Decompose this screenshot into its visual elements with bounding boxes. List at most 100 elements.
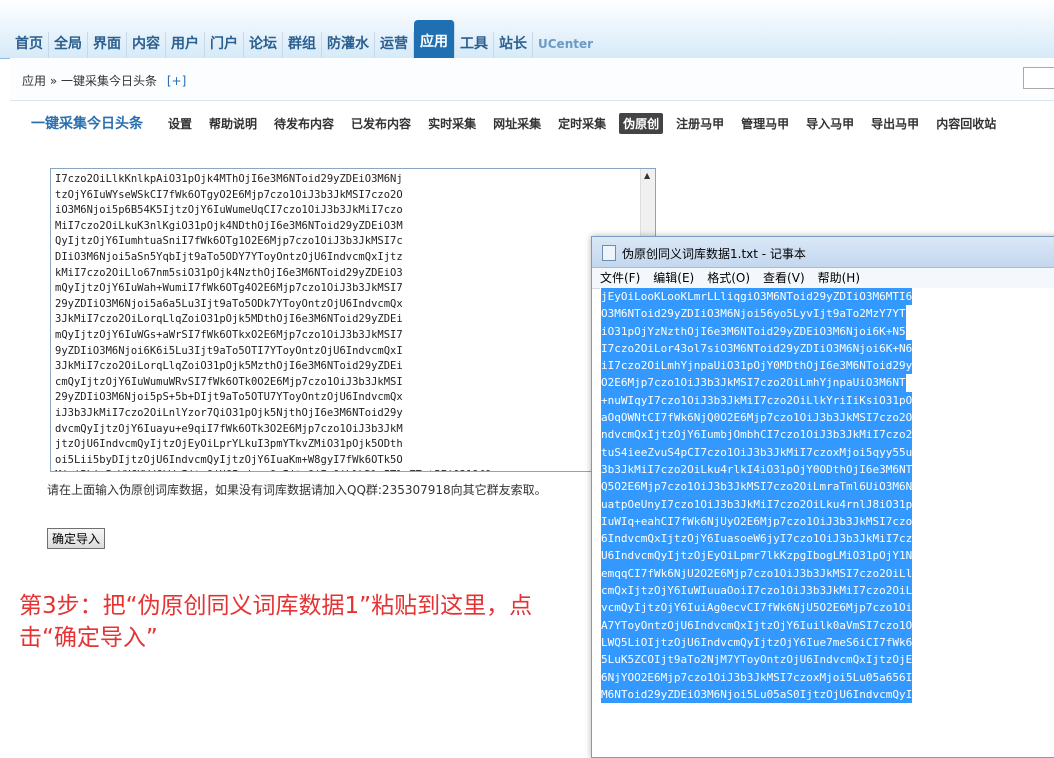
notepad-icon	[602, 245, 616, 261]
nav-webmaster[interactable]: 站长	[494, 32, 533, 58]
notepad-menu-edit[interactable]: 编辑(E)	[653, 268, 694, 288]
import-line: iO3M6Njoi5p6B54K5IjtzOjY6IuWumeUqCI7czo1…	[55, 204, 403, 217]
top-nav-items: 首页 全局 界面 内容 用户 门户 论坛 群组 防灌水 运营 应用 工具 站长 …	[10, 20, 598, 58]
import-line: cmQyIjtzOjY6IuWumuWRvSI7fWk6OTk0O2E6Mjp7…	[55, 375, 403, 388]
import-help-text: 请在上面输入伪原创词库数据，如果没有词库数据请加入QQ群:235307918向其…	[47, 483, 547, 497]
import-line: QyIjtzOjY6IumhtuaSniI7fWk6OTg1O2E6Mjp7cz…	[55, 235, 403, 248]
notepad-line: O3M6NToid29yZDIiO3M6Njoi56yo5LyvIjt9aTo2…	[601, 305, 906, 323]
notepad-selected-text: jEyOiLooKLooKLmrLLliqgiO3M6NToid29yZDIiO…	[601, 288, 1054, 704]
import-line: dvcmQyIjtzOjY6Iuayu+e9qiI7fWk6OTk3O2E6Mj…	[55, 422, 403, 435]
notepad-menu-help[interactable]: 帮助(H)	[818, 268, 860, 288]
scroll-up-arrow-icon[interactable]: ▲	[644, 171, 650, 180]
menu-recycle-bin[interactable]: 内容回收站	[932, 113, 1000, 134]
nav-groups[interactable]: 群组	[283, 32, 322, 58]
notepad-line: Q5O2E6Mjp7czo1OiJ3b3JkMSI7czo2OiLmraTml6…	[601, 478, 913, 496]
import-line: 9yZDIiO3M6Njoi6K6i5Lu3Ijt9aTo5OTI7YToyOn…	[55, 344, 403, 357]
menu-import-vest[interactable]: 导入马甲	[802, 113, 858, 134]
nav-global[interactable]: 全局	[49, 32, 88, 58]
nav-content[interactable]: 内容	[127, 32, 166, 58]
nav-tools[interactable]: 工具	[455, 32, 494, 58]
nav-antispam[interactable]: 防灌水	[322, 32, 375, 58]
breadcrumb-separator: »	[49, 74, 58, 88]
notepad-line: cmQxIjtzOjY6IuWIuuaOoiI7czo1OiJ3b3JkMiI7…	[601, 582, 913, 600]
notepad-line: iO31pOjYzNzthOjI6e3M6NToid29yZDEiO3M6Njo…	[601, 322, 906, 340]
import-line: Mjoi5Lic5aWU6KW/6LWwIjtzOjU6IndvcmQyIjtz…	[55, 468, 640, 471]
menu-published-content[interactable]: 已发布内容	[347, 113, 415, 134]
nav-interface[interactable]: 界面	[88, 32, 127, 58]
import-line: 3JkMiI7czo2OiLorqLlqZoiO31pOjk5MDthOjI6e…	[55, 313, 403, 326]
search-input[interactable]	[1023, 67, 1054, 89]
notepad-line: jEyOiLooKLooKLmrLLliqgiO3M6NToid29yZDIiO…	[601, 288, 913, 306]
notepad-window: 伪原创同义词库数据1.txt - 记事本 文件(F) 编辑(E) 格式(O) 查…	[591, 236, 1054, 758]
menu-help[interactable]: 帮助说明	[205, 113, 261, 134]
nav-portal[interactable]: 门户	[205, 32, 244, 58]
notepad-line: 6IndvcmQxIjtzOjY6IuasoeW6jyI7czo1OiJ3b3J…	[601, 530, 913, 548]
notepad-line: 6NjYOO2E6Mjp7czo1OiJ3b3JkMSI7czoxMjoi5Lu…	[601, 668, 913, 686]
import-line: jtzOjU6IndvcmQyIjtzOjEyOiLprYLkuI3pmYTkv…	[55, 438, 403, 451]
import-line: DIiO3M6Njoi5aSn5YqbIjt9aTo5ODY7YToyOntzO…	[55, 250, 403, 263]
import-line: MiI7czo2OiLkuK3nlKgiO31pOjk4NDthOjI6e3M6…	[55, 219, 403, 232]
menu-url-collect[interactable]: 网址采集	[489, 113, 545, 134]
notepad-line: iI7czo2OiLmhYjnpaUiO31pOjY0MDthOjI6e3M6N…	[601, 357, 913, 375]
notepad-line: uatpOeUnyI7czo1OiJ3b3JkMiI7czo2OiLku4rnl…	[601, 495, 913, 513]
notepad-titlebar[interactable]: 伪原创同义词库数据1.txt - 记事本	[592, 237, 1054, 268]
notepad-line: IuWIq+eahCI7fWk6NjUyO2E6Mjp7czo1OiJ3b3Jk…	[601, 512, 913, 531]
menu-register-vest[interactable]: 注册马甲	[672, 113, 728, 134]
menu-export-vest[interactable]: 导出马甲	[867, 113, 923, 134]
notepad-menubar: 文件(F) 编辑(E) 格式(O) 查看(V) 帮助(H)	[592, 268, 1054, 289]
top-navigation: 首页 全局 界面 内容 用户 门户 论坛 群组 防灌水 运营 应用 工具 站长 …	[0, 0, 1054, 59]
notepad-line: A7YToyOntzOjU6IndvcmQxIjtzOjY6Iuilk0aVmS…	[601, 616, 913, 634]
menu-settings[interactable]: 设置	[164, 113, 196, 134]
breadcrumb-root[interactable]: 应用	[22, 74, 46, 88]
import-line: oi5Lii5byDIjtzOjU6IndvcmQyIjtzOjY6IuaKm+…	[55, 453, 403, 466]
notepad-menu-format[interactable]: 格式(O)	[707, 268, 750, 288]
menu-manage-vest[interactable]: 管理马甲	[737, 113, 793, 134]
nav-users[interactable]: 用户	[166, 32, 205, 58]
nav-apps[interactable]: 应用	[414, 20, 455, 58]
notepad-menu-view[interactable]: 查看(V)	[763, 268, 805, 288]
import-line: mQyIjtzOjY6IuWah+WumiI7fWk6OTg4O2E6Mjp7c…	[55, 282, 403, 295]
import-line: I7czo2OiLlkKnlkpAiO31pOjk4MThOjI6e3M6NTo…	[55, 173, 403, 185]
import-line: 29yZDIiO3M6Njoi5a6a5Lu3Ijt9aTo5ODk7YToyO…	[55, 297, 403, 310]
menu-pseudo-original[interactable]: 伪原创	[619, 113, 664, 134]
menu-scheduled-collect[interactable]: 定时采集	[554, 113, 610, 134]
plugin-menu: 设置 帮助说明 待发布内容 已发布内容 实时采集 网址采集 定时采集 伪原创 注…	[164, 113, 1009, 134]
notepad-text-area[interactable]: jEyOiLooKLooKLmrLLliqgiO3M6NToid29yZDIiO…	[600, 288, 1054, 757]
notepad-line: I7czo2OiLor43ol7siO3M6NToid29yZDIiO3M6Nj…	[601, 339, 913, 358]
breadcrumb-current: 一键采集今日头条	[61, 74, 158, 88]
nav-operations[interactable]: 运营	[375, 32, 414, 58]
notepad-line: M6NToid29yZDEiO3M6Njoi5Lu05aS0IjtzOjU6In…	[601, 685, 913, 704]
notepad-line: 5LuK5ZCOIjt9aTo2NjM7YToyOntzOjU6IndvcmQx…	[601, 651, 913, 669]
nav-ucenter[interactable]: UCenter	[533, 32, 598, 58]
nav-home[interactable]: 首页	[10, 32, 49, 58]
notepad-line: tuS4ieeZvuS4pCI7czo1OiJ3b3JkMiI7czoxMjoi…	[601, 443, 913, 461]
step-instruction-note: 第3步：把“伪原创同义词库数据1”粘贴到这里，点击“确定导入”	[19, 593, 533, 651]
import-line: iJ3b3JkMiI7czo2OiLnlYzor7QiO31pOjk5NjthO…	[55, 406, 403, 419]
nav-forum[interactable]: 论坛	[244, 32, 283, 58]
import-line: tzOjY6IuWYseWSkCI7fWk6OTgyO2E6Mjp7czo1Oi…	[55, 188, 403, 201]
notepad-line: ndvcmQxIjtzOjY6IumbjOmbhCI7czo1OiJ3b3JkM…	[601, 426, 913, 444]
import-line: 29yZDIiO3M6Njoi5pS+5b+DIjt9aTo5OTU7YToyO…	[55, 391, 403, 404]
notepad-line: emqqCI7fWk6NjU2O2E6Mjp7czo1OiJ3b3JkMSI7c…	[601, 564, 913, 583]
menu-pending-content[interactable]: 待发布内容	[270, 113, 338, 134]
plugin-title: 一键采集今日头条	[31, 116, 143, 132]
notepad-menu-file[interactable]: 文件(F)	[600, 268, 640, 288]
breadcrumb: 应用 » 一键采集今日头条 [+]	[22, 72, 186, 89]
notepad-line: aOqOWNtCI7fWk6NjQ0O2E6Mjp7czo1OiJ3b3JkMS…	[601, 409, 913, 427]
import-text-content: I7czo2OiLlkKnlkpAiO31pOjk4MThOjI6e3M6NTo…	[55, 172, 640, 471]
thesaurus-import-textarea[interactable]: I7czo2OiLlkKnlkpAiO31pOjk4MThOjI6e3M6NTo…	[50, 168, 656, 472]
notepad-line: 3b3JkMiI7czo2OiLku4rlkI4iO31pOjY0ODthOjI…	[601, 460, 913, 479]
import-line: 3JkMiI7czo2OiLorqLlqZoiO31pOjk5MzthOjI6e…	[55, 360, 403, 373]
notepad-line: +nuWIqyI7czo1OiJ3b3JkMiI7czo2OiLlkYriIiK…	[601, 391, 913, 410]
notepad-title: 伪原创同义词库数据1.txt - 记事本	[622, 247, 806, 261]
notepad-line: vcmQyIjtzOjY6IuiAg0ecvCI7fWk6NjU5O2E6Mjp…	[601, 599, 913, 617]
import-line: kMiI7czo2OiLlo67nm5siO31pOjk4NzthOjI6e3M…	[55, 266, 403, 279]
menu-realtime-collect[interactable]: 实时采集	[424, 113, 480, 134]
notepad-line: U6IndvcmQyIjtzOjEyOiLpmr7lkKzpgIbogLMiO3…	[601, 547, 913, 565]
notepad-line: LWQ5LiOIjtzOjU6IndvcmQyIjtzOjY6Iue7meS6i…	[601, 633, 913, 652]
import-line: mQyIjtzOjY6IuWGs+aWrSI7fWk6OTkxO2E6Mjp7c…	[55, 328, 403, 341]
breadcrumb-bar: 应用 » 一键采集今日头条 [+]	[10, 58, 1054, 101]
confirm-import-button[interactable]: 确定导入	[47, 528, 106, 549]
add-shortcut-link[interactable]: [+]	[167, 74, 186, 88]
notepad-line: O2E6Mjp7czo1OiJ3b3JkMSI7czo2OiLmhYjnpaUi…	[601, 374, 906, 392]
